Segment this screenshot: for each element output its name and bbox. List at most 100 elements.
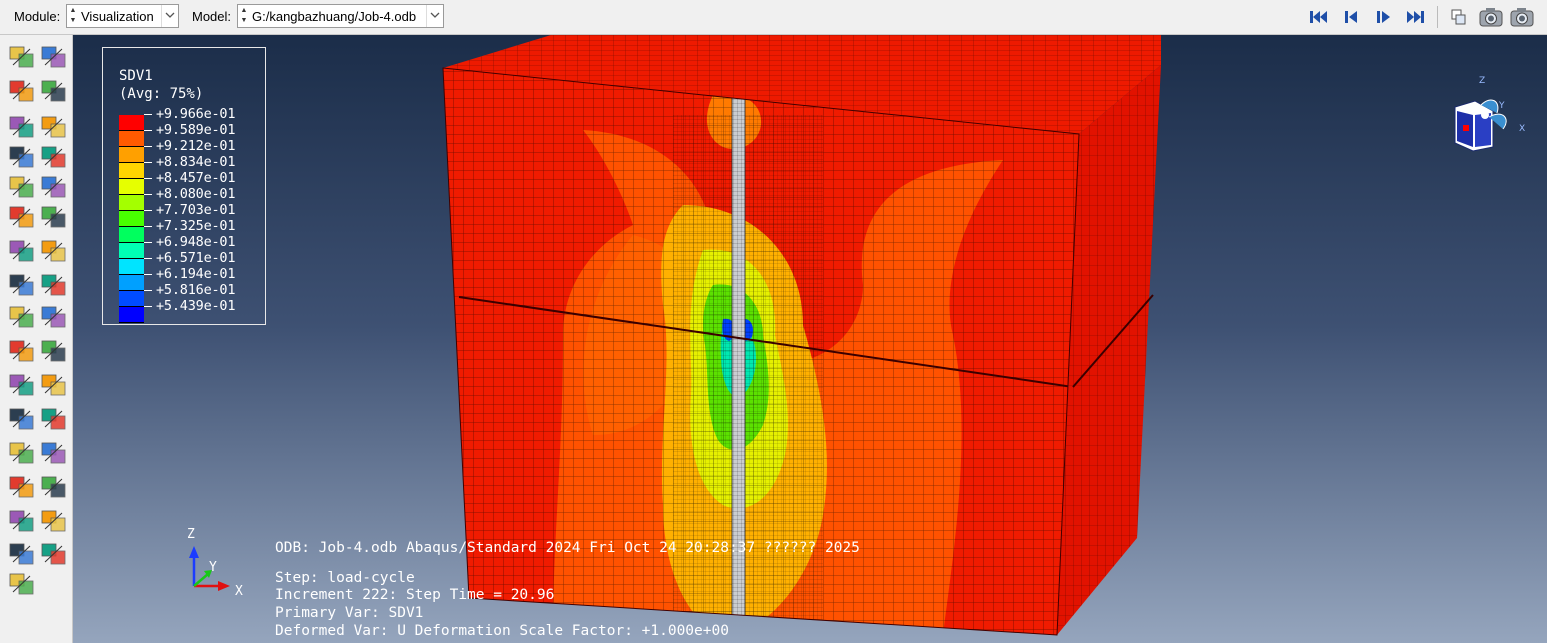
legend-swatch [119,307,144,323]
legend-tick [144,146,152,147]
animate-time-history-icon[interactable] [40,237,68,265]
legend-swatch [119,163,144,179]
query-information-icon[interactable] [8,570,36,598]
legend-label: +9.212e-01 [156,138,236,154]
previous-frame-icon[interactable] [1340,8,1362,26]
legend-swatch [119,115,144,131]
plot-symbols-icon[interactable] [8,143,36,171]
display-group-manager-icon[interactable] [40,405,68,433]
legend-tick [144,162,152,163]
legend-label: +6.194e-01 [156,266,236,282]
display-group-icon[interactable] [8,405,36,433]
view-compass[interactable]: Z Y X [1445,75,1525,157]
legend-tick [144,242,152,243]
plot-undeformed-icon[interactable] [8,43,36,71]
legend-label: +6.948e-01 [156,234,236,250]
legend-tick [144,306,152,307]
legend-subtitle: (Avg: 75%) [119,86,204,102]
legend-tick [144,130,152,131]
contour-options-icon[interactable] [40,113,68,141]
model-selector[interactable]: ▲ ▼ G:/kangbazhuang/Job-4.odb [237,4,444,28]
legend-tick [144,290,152,291]
toolbar-divider [1437,6,1438,28]
legend-title: SDV1 [119,68,153,84]
result-options-icon[interactable] [40,540,68,568]
legend-label: +9.589e-01 [156,122,236,138]
xy-data-manager-icon[interactable] [40,337,68,365]
primary-var-line: Primary Var: SDV1 [275,605,424,621]
orientation-options-icon[interactable] [40,173,68,201]
view-cut-icon[interactable] [8,303,36,331]
step-info-line: Step: load-cycle [275,570,415,586]
plot-contours-undeformed-icon[interactable] [8,77,36,105]
legend-swatch [119,147,144,163]
query-icon[interactable] [8,540,36,568]
xy-data-icon[interactable] [8,337,36,365]
plot-xy-icon[interactable] [40,371,68,399]
legend-label: +6.571e-01 [156,250,236,266]
viewport[interactable]: SDV1 (Avg: 75%) +9.966e-01 +9.589e-01 +9.2… [73,35,1547,643]
svg-text:X: X [1519,124,1525,134]
plot-contours-both-icon[interactable] [8,113,36,141]
free-body-manager-icon[interactable] [40,473,68,501]
chevron-down-icon[interactable] [426,5,443,27]
triad [178,530,258,610]
first-frame-icon[interactable] [1308,8,1330,26]
legend-label: +7.325e-01 [156,218,236,234]
next-frame-icon[interactable] [1373,8,1395,26]
legend-swatch [119,227,144,243]
symbol-options-icon[interactable] [40,143,68,171]
stream-icon[interactable] [8,507,36,535]
legend-tick [144,114,152,115]
plot-allowable-icon[interactable] [8,203,36,231]
toolbox [0,35,73,643]
svg-text:Z: Z [1479,76,1485,86]
plot-deformed-icon[interactable] [40,43,68,71]
legend-label: +8.080e-01 [156,186,236,202]
legend-swatch [119,275,144,291]
overlay-plot-icon[interactable] [1448,8,1470,26]
legend-label: +7.703e-01 [156,202,236,218]
context-bar: Module: ▲ ▼ Visualization Model: ▲ ▼ G:/ka… [0,0,1547,35]
legend-swatch [119,259,144,275]
module-selector[interactable]: ▲ ▼ Visualization [66,4,179,28]
view-cut-manager-icon[interactable] [40,303,68,331]
legend-swatch [119,291,144,307]
free-body-icon[interactable] [8,473,36,501]
stream-manager-icon[interactable] [40,507,68,535]
report-icon[interactable] [40,439,68,467]
triad-y-label: Y [209,560,217,575]
legend-label: +8.457e-01 [156,170,236,186]
probe-values-icon[interactable] [8,439,36,467]
module-spin-icon[interactable]: ▲ ▼ [68,6,78,26]
animate-harmonic-icon[interactable] [8,271,36,299]
odb-info-line: ODB: Job-4.odb Abaqus/Standard 2024 Fri … [275,540,860,556]
camera-icon[interactable] [1478,6,1504,28]
legend-swatch [119,179,144,195]
legend-label: +5.816e-01 [156,282,236,298]
animation-options-icon[interactable] [40,271,68,299]
create-path-icon[interactable] [8,371,36,399]
chevron-down-icon[interactable] [161,5,178,27]
allowable-options-icon[interactable] [40,203,68,231]
legend-label: +8.834e-01 [156,154,236,170]
camera-options-icon[interactable] [1509,6,1535,28]
animate-scale-factor-icon[interactable] [8,237,36,265]
plot-contours-deformed-icon[interactable] [40,77,68,105]
legend-swatch [119,131,144,147]
legend-tick [144,194,152,195]
legend-label: +5.439e-01 [156,298,236,314]
legend-label: +9.966e-01 [156,106,236,122]
legend-tick [144,274,152,275]
model-label: Model: [192,9,232,24]
model-spin-icon[interactable]: ▲ ▼ [239,6,249,26]
svg-text:Y: Y [1498,101,1505,111]
model-value: G:/kangbazhuang/Job-4.odb [252,9,417,24]
last-frame-icon[interactable] [1404,8,1426,26]
module-value: Visualization [81,9,154,24]
legend-tick [144,226,152,227]
plot-material-orientations-icon[interactable] [8,173,36,201]
triad-z-label: Z [187,527,195,542]
increment-info-line: Increment 222: Step Time = 20.96 [275,587,555,603]
contour-legend: SDV1 (Avg: 75%) +9.966e-01 +9.589e-01 +9.2… [102,47,266,325]
